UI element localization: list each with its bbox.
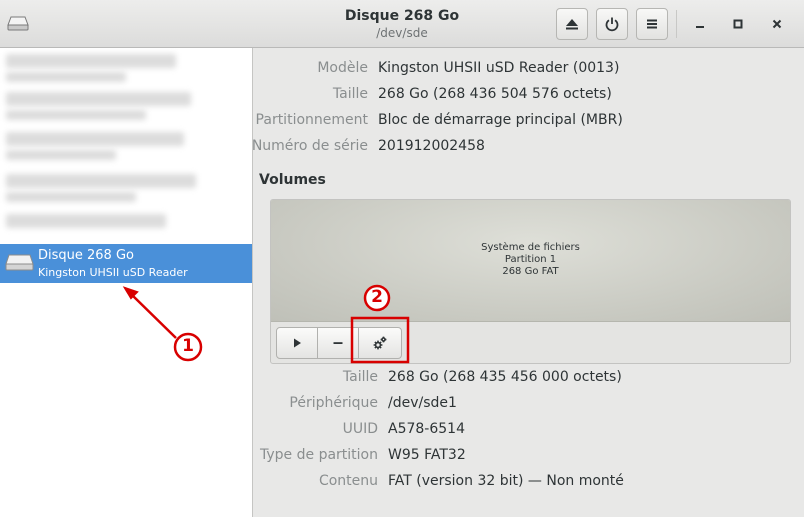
drive-icon [5, 254, 34, 271]
maximize-button[interactable] [728, 14, 748, 34]
partition-type-value: W95 FAT32 [388, 447, 466, 463]
blurred-device-entry[interactable] [6, 54, 176, 68]
model-label: Modèle [317, 60, 368, 76]
minimize-button[interactable] [690, 14, 710, 34]
device-label: Périphérique [289, 395, 378, 411]
blurred-device-entry[interactable] [6, 214, 166, 228]
drive-details-pane: Modèle Kingston UHSII uSD Reader (0013) … [251, 48, 804, 517]
volume-toolbar [276, 327, 402, 359]
device-sidebar: Disque 268 Go Kingston UHSII uSD Reader [0, 48, 253, 517]
blurred-device-entry[interactable] [6, 92, 191, 106]
power-icon [605, 17, 619, 32]
minimize-icon [696, 26, 704, 28]
blurred-device-entry[interactable] [6, 192, 136, 202]
additional-options-button[interactable] [358, 327, 402, 359]
partitioning-value: Bloc de démarrage principal (MBR) [378, 112, 623, 128]
device-value: /dev/sde1 [388, 395, 457, 411]
gears-icon [373, 336, 387, 350]
play-icon [294, 338, 301, 348]
partition-size: 268 Go FAT [502, 266, 559, 277]
window-subtitle: /dev/sde [376, 26, 428, 40]
contents-value: FAT (version 32 bit) — Non monté [388, 473, 624, 489]
window-title: Disque 268 Go [344, 8, 460, 24]
size-label: Taille [332, 86, 368, 102]
eject-button[interactable] [556, 8, 588, 40]
maximize-icon [733, 19, 743, 29]
serial-value: 201912002458 [378, 138, 485, 154]
power-button[interactable] [596, 8, 628, 40]
partitioning-label: Partitionnement [255, 112, 368, 128]
mount-button[interactable] [276, 327, 318, 359]
sidebar-item-title: Disque 268 Go [38, 248, 134, 263]
delete-partition-button[interactable] [317, 327, 359, 359]
blurred-device-entry[interactable] [6, 150, 116, 160]
serial-label: Numéro de série [251, 138, 368, 154]
blurred-device-entry[interactable] [6, 174, 196, 188]
partition-1-block[interactable]: Système de fichiers Partition 1 268 Go F… [271, 200, 790, 322]
partition-type: Système de fichiers [481, 242, 580, 253]
volumes-box: Système de fichiers Partition 1 268 Go F… [270, 199, 791, 364]
header-separator [676, 10, 677, 38]
hamburger-menu-icon [647, 19, 657, 29]
blurred-device-entry[interactable] [6, 110, 146, 120]
partition-name: Partition 1 [504, 254, 557, 265]
close-icon [772, 19, 782, 29]
uuid-label: UUID [342, 421, 378, 437]
blurred-device-entry[interactable] [6, 72, 126, 82]
size-value: 268 Go (268 436 504 576 octets) [378, 86, 612, 102]
annotation-number-2: 2 [371, 287, 383, 307]
sidebar-item-subtitle: Kingston UHSII uSD Reader [38, 266, 188, 279]
uuid-value: A578-6514 [388, 421, 465, 437]
partition-type-label: Type de partition [260, 447, 378, 463]
volume-size-label: Taille [342, 369, 378, 385]
contents-label: Contenu [318, 473, 378, 489]
close-button[interactable] [767, 14, 787, 34]
blurred-device-entry[interactable] [6, 132, 184, 146]
sidebar-item-disk-268[interactable]: Disque 268 Go Kingston UHSII uSD Reader [0, 244, 252, 283]
volume-size-value: 268 Go (268 435 456 000 octets) [388, 369, 622, 385]
annotation-number-1: 1 [182, 336, 194, 356]
model-value: Kingston UHSII uSD Reader (0013) [378, 60, 620, 76]
eject-icon [566, 19, 578, 30]
volumes-heading: Volumes [259, 172, 326, 188]
menu-button[interactable] [636, 8, 668, 40]
minus-icon [333, 342, 343, 344]
header-bar: Disque 268 Go /dev/sde [0, 0, 804, 48]
